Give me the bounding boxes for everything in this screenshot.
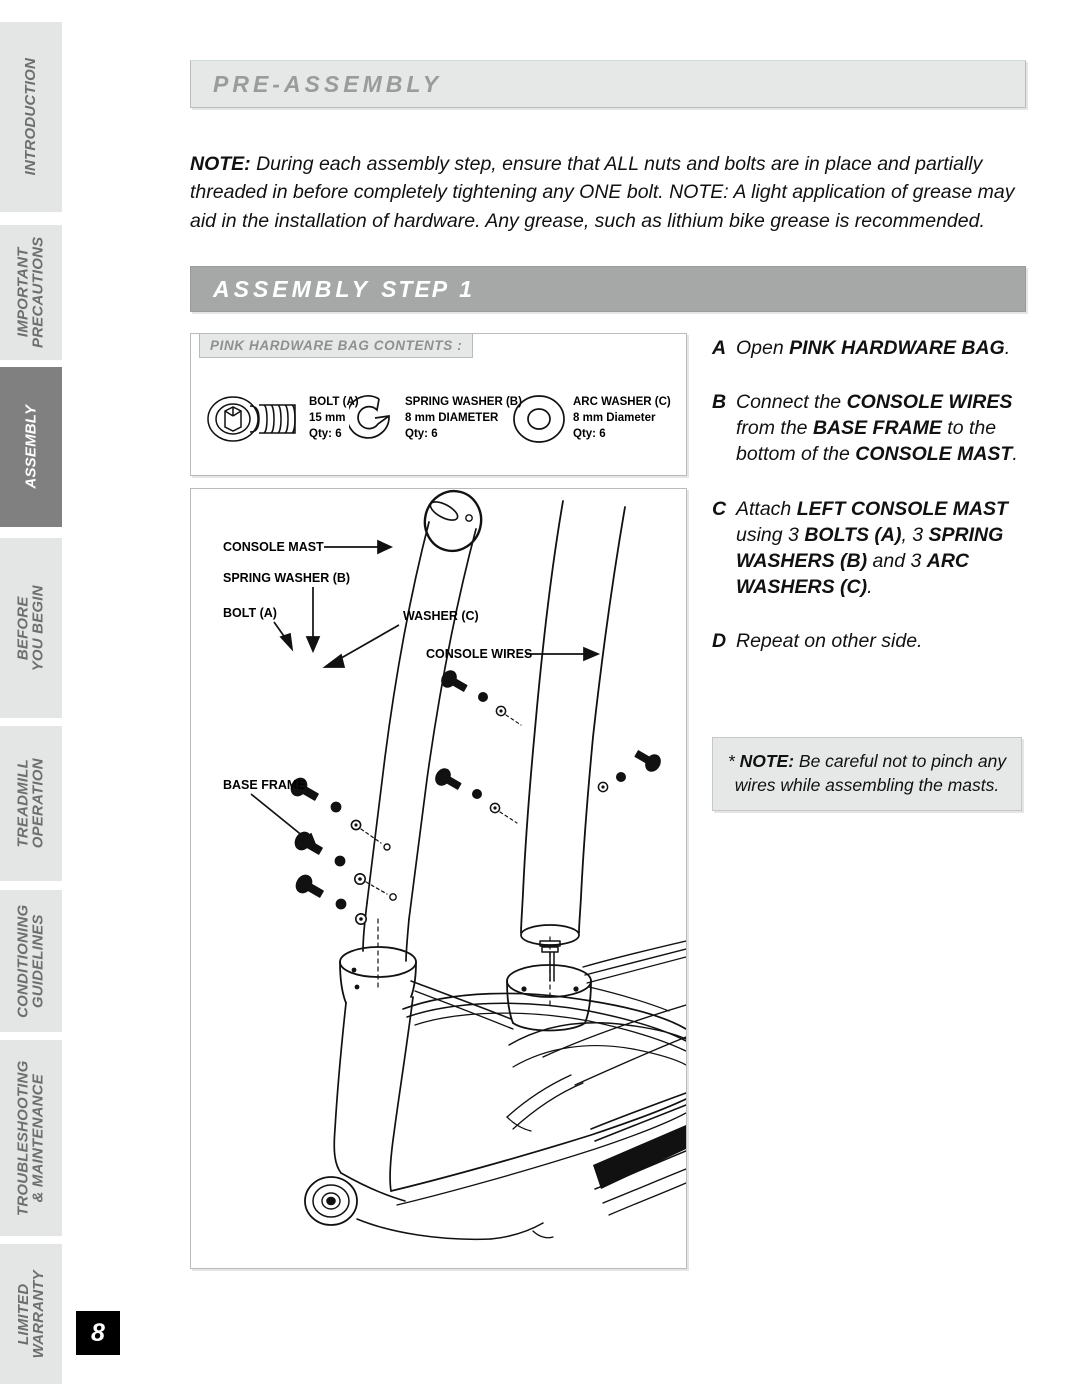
bolt-icon bbox=[207, 396, 296, 442]
diagram-label-washer-c: WASHER (C) bbox=[403, 609, 479, 623]
diagram-label-console-mast: CONSOLE MAST bbox=[223, 540, 324, 554]
sidebar-tab-label: LIMITED WARRANTY bbox=[14, 1269, 48, 1359]
sidebar-tab-label: IMPORTANT PRECAUTIONS bbox=[14, 236, 47, 349]
hardware-item-spec: 8 mm Diameter bbox=[573, 412, 656, 425]
sidebar-tab-label: TREADMILL OPERATION bbox=[14, 758, 48, 849]
pre-assembly-note: NOTE: During each assembly step, ensure … bbox=[190, 150, 1026, 237]
instruction-step-a: A Open PINK HARDWARE BAG. bbox=[712, 335, 1030, 361]
sidebar-tab-before-you-begin[interactable]: BEFORE YOU BEGIN bbox=[0, 538, 62, 718]
sidebar-tab-label: BEFORE YOU BEGIN bbox=[14, 585, 48, 671]
hardware-bag-header: PINK HARDWARE BAG CONTENTS : bbox=[199, 333, 474, 358]
hardware-bag-items: BOLT (A) 15 mm Qty: 6 SPRING WASHER (B) 8 m… bbox=[191, 364, 686, 474]
step-letter: A bbox=[712, 337, 727, 359]
sidebar-tab-troubleshooting-maintenance[interactable]: TROUBLESHOOTING & MAINTENANCE bbox=[0, 1040, 62, 1236]
hardware-item-3: ARC WASHER (C) 8 mm Diameter Qty: 6 bbox=[511, 393, 671, 445]
hardware-item-text: ARC WASHER (C) 8 mm Diameter Qty: 6 bbox=[573, 395, 671, 443]
arc-washer-icon bbox=[511, 393, 567, 445]
step-word: STEP bbox=[381, 275, 450, 302]
spring-washer-icon bbox=[349, 394, 399, 444]
pre-assembly-title: PRE-ASSEMBLY bbox=[213, 70, 443, 97]
hardware-item-qty: Qty: 6 bbox=[405, 427, 438, 440]
step-letter: D bbox=[712, 630, 727, 652]
assembly-step-title: ASSEMBLY STEP 1 bbox=[191, 276, 472, 303]
sidebar-tab-label: CONDITIONING GUIDELINES bbox=[14, 904, 48, 1018]
sidebar-tab-introduction[interactable]: INTRODUCTION bbox=[0, 22, 62, 212]
step-text: Attach LEFT CONSOLE MAST using 3 BOLTS (… bbox=[736, 497, 1008, 598]
note-lead-label: NOTE: bbox=[190, 152, 251, 175]
hardware-item-1: BOLT (A) 15 mm Qty: 6 bbox=[203, 394, 359, 444]
assembly-word: ASSEMBLY bbox=[213, 275, 371, 302]
pinch-warning-note: * NOTE: Be careful not to pinch any wire… bbox=[712, 737, 1022, 811]
sidebar-tab-limited-warranty[interactable]: LIMITED WARRANTY bbox=[0, 1244, 62, 1384]
step-letter: B bbox=[712, 391, 727, 414]
instruction-step-c: C Attach LEFT CONSOLE MAST using 3 BOLTS … bbox=[712, 496, 1030, 601]
assembly-step-banner: ASSEMBLY STEP 1 bbox=[190, 266, 1026, 312]
sidebar-tab-label: TROUBLESHOOTING & MAINTENANCE bbox=[14, 1060, 47, 1216]
sidebar-tab-treadmill-operation[interactable]: TREADMILL OPERATION bbox=[0, 726, 62, 881]
instruction-step-b: B Connect the CONSOLE WIRES from the BASE… bbox=[712, 389, 1030, 467]
arc-washer-icon bbox=[513, 395, 565, 443]
sidebar-tab-label: ASSEMBLY bbox=[22, 405, 40, 489]
sidebar-tab-label: INTRODUCTION bbox=[22, 58, 40, 176]
instruction-step-d: D Repeat on other side. bbox=[712, 628, 1030, 654]
hardware-item-spec: 8 mm DIAMETER bbox=[405, 412, 499, 425]
hardware-item-qty: Qty: 6 bbox=[573, 427, 606, 440]
assembly-illustration: CONSOLE MAST SPRING WASHER (B) BOLT (A) … bbox=[223, 489, 686, 1241]
step-text: Repeat on other side. bbox=[736, 630, 923, 652]
step-text: Connect the CONSOLE WIRES from the BASE … bbox=[736, 391, 1018, 466]
sidebar-tab-assembly[interactable]: ASSEMBLY bbox=[0, 367, 62, 527]
assembly-illustration-box: CONSOLE MAST SPRING WASHER (B) BOLT (A) … bbox=[190, 488, 687, 1269]
assembly-instructions: A Open PINK HARDWARE BAG. B Connect the CON… bbox=[712, 335, 1030, 682]
hardware-item-name: SPRING WASHER (B) bbox=[405, 396, 522, 409]
diagram-label-base-frame: BASE FRAME bbox=[223, 778, 306, 792]
note-body-text: During each assembly step, ensure that A… bbox=[190, 152, 1015, 233]
step-text: Open PINK HARDWARE BAG. bbox=[736, 337, 1011, 359]
hardware-item-name: ARC WASHER (C) bbox=[573, 396, 671, 409]
bolt-icon bbox=[203, 394, 303, 444]
sidebar-tab-conditioning-guidelines[interactable]: CONDITIONING GUIDELINES bbox=[0, 890, 62, 1032]
diagram-label-bolt: BOLT (A) bbox=[223, 606, 277, 620]
sidebar-tabs: INTRODUCTION IMPORTANT PRECAUTIONS ASSEMBL… bbox=[0, 0, 62, 1397]
diagram-label-console-wires: CONSOLE WIRES bbox=[426, 647, 532, 661]
pre-assembly-banner: PRE-ASSEMBLY bbox=[190, 60, 1026, 108]
sidebar-tab-important-precautions[interactable]: IMPORTANT PRECAUTIONS bbox=[0, 225, 62, 360]
spring-washer-icon bbox=[349, 395, 390, 439]
step-letter: C bbox=[712, 497, 727, 520]
hardware-bag-header-text: PINK HARDWARE BAG CONTENTS : bbox=[210, 338, 463, 353]
hardware-bag-box: PINK HARDWARE BAG CONTENTS : BOLT (A) 15 … bbox=[190, 333, 687, 476]
diagram-label-spring-washer: SPRING WASHER (B) bbox=[223, 571, 350, 585]
page-number: 8 bbox=[76, 1311, 120, 1355]
step-number: 1 bbox=[459, 275, 472, 302]
hardware-item-2: SPRING WASHER (B) 8 mm DIAMETER Qty: 6 bbox=[349, 394, 522, 444]
hardware-item-text: SPRING WASHER (B) 8 mm DIAMETER Qty: 6 bbox=[405, 395, 522, 443]
